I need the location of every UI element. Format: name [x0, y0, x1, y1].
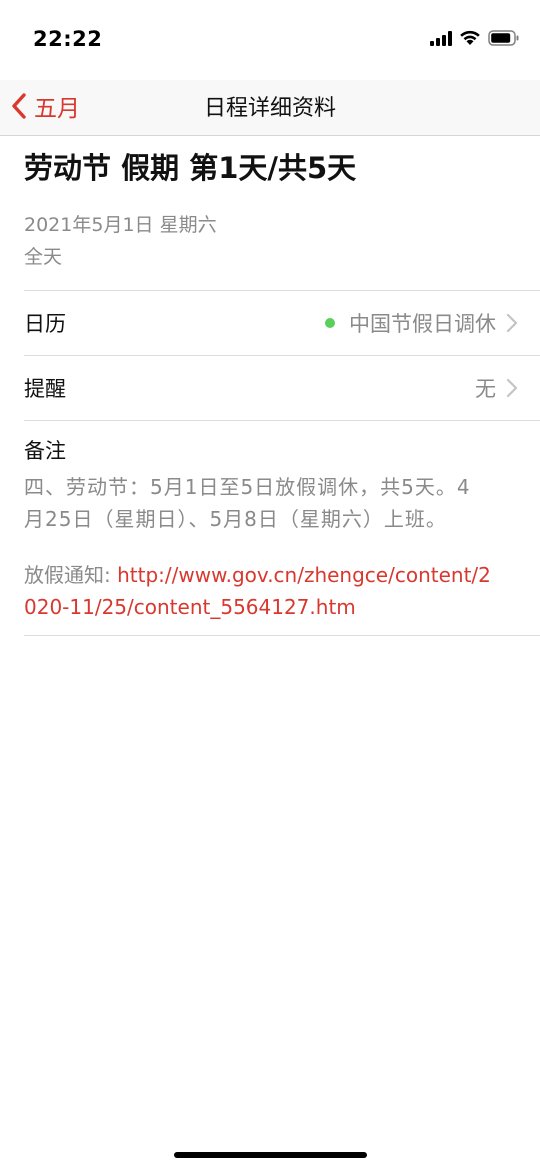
alert-row-label: 提醒 — [24, 377, 66, 401]
notes-label: 备注 — [24, 439, 66, 463]
divider — [24, 635, 540, 636]
calendar-row-value: 中国节假日调休 — [349, 312, 496, 336]
notes-link-prefix: 放假通知: — [24, 563, 118, 587]
status-icons — [430, 30, 520, 46]
calendar-row-value-container: 中国节假日调休 — [325, 308, 518, 338]
calendar-color-dot — [325, 318, 335, 328]
battery-icon — [488, 30, 519, 46]
chevron-right-icon — [506, 313, 518, 333]
calendar-row-label: 日历 — [24, 312, 66, 336]
status-time: 22:22 — [33, 27, 103, 51]
event-title: 劳动节 假期 第1天/共5天 — [24, 151, 357, 185]
status-bar: 22:22 — [0, 0, 540, 80]
notes-link-block: 放假通知: http://www.gov.cn/zhengce/content/… — [24, 559, 500, 623]
cellular-signal-icon — [430, 30, 452, 46]
alert-row-value-container: 无 — [475, 373, 518, 403]
wifi-icon — [460, 30, 480, 45]
page-title: 日程详细资料 — [203, 96, 336, 121]
event-date: 2021年5月1日 星期六 — [24, 214, 217, 236]
navigation-bar: 五月 日程详细资料 — [0, 80, 540, 136]
event-details: 劳动节 假期 第1天/共5天 2021年5月1日 星期六 全天 日历 中国节假日… — [0, 136, 540, 636]
event-all-day: 全天 — [24, 246, 63, 268]
divider — [24, 420, 540, 421]
home-indicator[interactable] — [174, 1152, 367, 1158]
calendar-row[interactable]: 日历 中国节假日调休 — [24, 291, 540, 355]
alert-row[interactable]: 提醒 无 — [24, 356, 540, 420]
notes-text: 四、劳动节：5月1日至5日放假调休，共5天。4月25日（星期日）、5月8日（星期… — [24, 475, 471, 531]
chevron-right-icon — [506, 378, 518, 398]
alert-row-value: 无 — [475, 377, 496, 401]
